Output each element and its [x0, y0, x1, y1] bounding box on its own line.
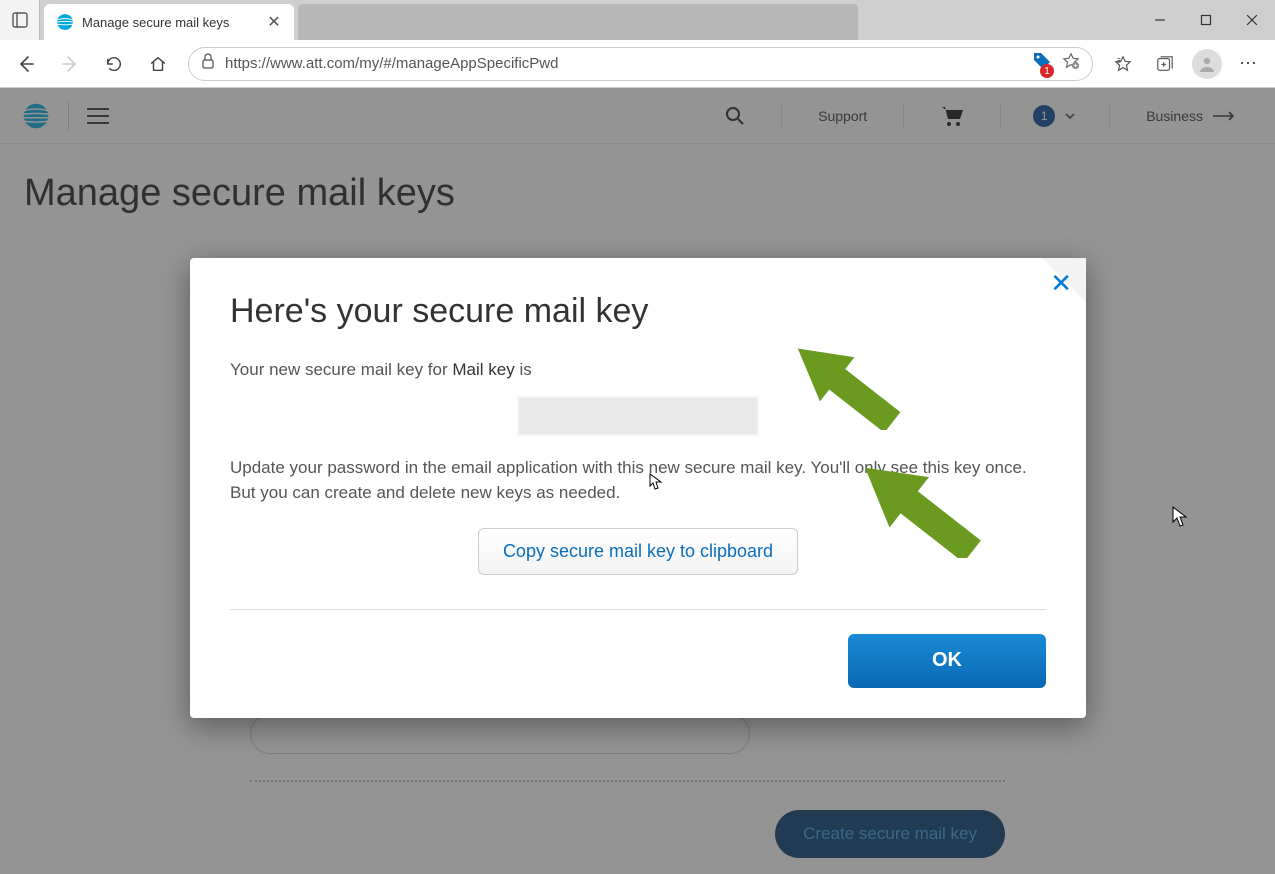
collections-icon [1156, 55, 1174, 73]
tab-inactive-redacted[interactable] [298, 4, 858, 40]
ok-button[interactable]: OK [848, 634, 1046, 688]
annotation-arrow-key [768, 330, 918, 430]
back-button[interactable] [6, 44, 46, 84]
favorite-button[interactable] [1062, 52, 1080, 75]
secure-mail-key-modal: ✕ Here's your secure mail key Your new s… [190, 258, 1086, 718]
window-minimize-button[interactable] [1137, 0, 1183, 40]
shopping-indicator[interactable]: 1 [1032, 51, 1052, 76]
modal-intro-text: Your new secure mail key for Mail key is [230, 357, 1046, 383]
modal-divider [230, 609, 1046, 610]
address-bar[interactable]: https://www.att.com/my/#/manageAppSpecif… [188, 47, 1093, 81]
tab-strip: Manage secure mail keys ✕ [0, 0, 1275, 40]
home-icon [149, 55, 167, 73]
tab-actions-button[interactable] [0, 0, 40, 40]
window-controls [1137, 0, 1275, 40]
home-button[interactable] [138, 44, 178, 84]
annotation-arrow-copy [830, 448, 1000, 558]
window-close-button[interactable] [1229, 0, 1275, 40]
browser-tab-active[interactable]: Manage secure mail keys ✕ [44, 4, 294, 40]
favorites-button[interactable] [1103, 44, 1143, 84]
refresh-icon [105, 55, 123, 73]
profile-button[interactable] [1187, 44, 1227, 84]
star-add-icon [1062, 52, 1080, 70]
toolbar-right-icons: ⋯ [1103, 44, 1269, 84]
avatar-icon [1192, 49, 1222, 79]
tab-title: Manage secure mail keys [82, 15, 258, 30]
lock-icon [201, 53, 215, 74]
modal-close-button[interactable]: ✕ [1050, 268, 1072, 299]
copy-key-button[interactable]: Copy secure mail key to clipboard [478, 528, 798, 575]
arrow-right-icon [60, 54, 80, 74]
more-button[interactable]: ⋯ [1229, 44, 1269, 84]
tab-panel-icon [12, 12, 28, 28]
modal-title: Here's your secure mail key [230, 292, 1046, 331]
browser-chrome: Manage secure mail keys ✕ https://www.at… [0, 0, 1275, 88]
browser-toolbar: https://www.att.com/my/#/manageAppSpecif… [0, 40, 1275, 88]
forward-button[interactable] [50, 44, 90, 84]
star-icon [1114, 55, 1132, 73]
url-text: https://www.att.com/my/#/manageAppSpecif… [225, 55, 1022, 72]
secure-mail-key-value-redacted [518, 397, 758, 435]
ellipsis-icon: ⋯ [1239, 53, 1259, 74]
refresh-button[interactable] [94, 44, 134, 84]
shopping-count: 1 [1040, 64, 1054, 78]
window-maximize-button[interactable] [1183, 0, 1229, 40]
tab-close-button[interactable]: ✕ [266, 14, 282, 30]
page-viewport: Support 1 Business Manage secure mail ke… [0, 88, 1275, 874]
att-favicon [56, 13, 74, 31]
arrow-left-icon [16, 54, 36, 74]
collections-button[interactable] [1145, 44, 1185, 84]
